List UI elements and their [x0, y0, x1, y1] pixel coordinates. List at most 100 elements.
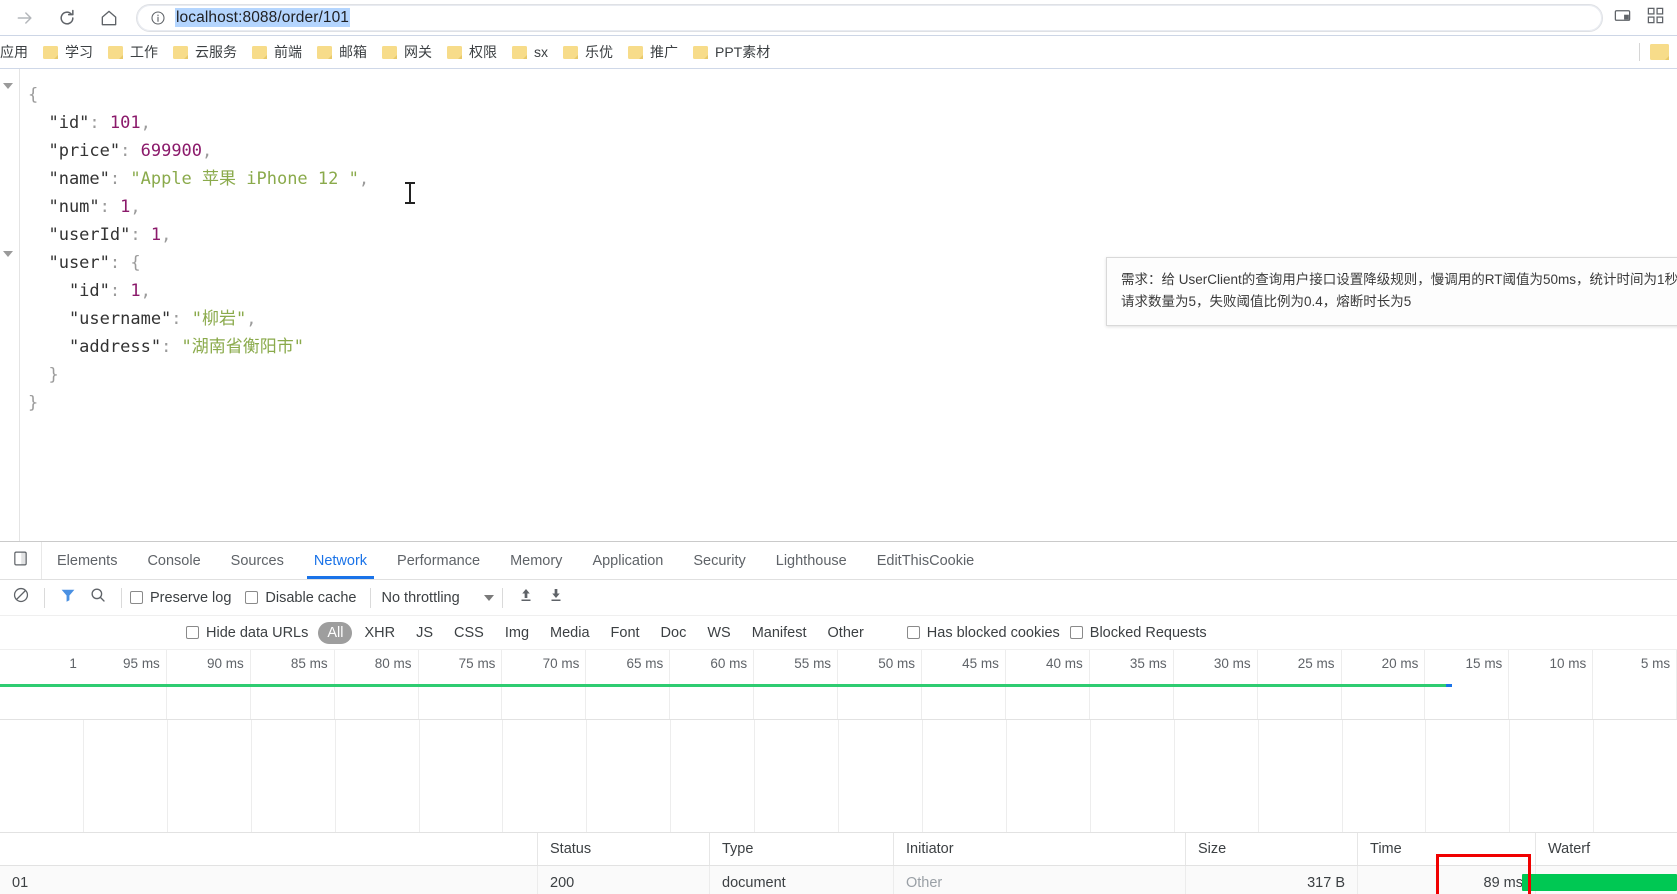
- bookmark-item[interactable]: 工作: [102, 39, 167, 65]
- collapse-triangle-icon[interactable]: [3, 251, 13, 257]
- timeline-tick-label: 90 ms: [207, 656, 244, 671]
- timeline-tick: 10 ms: [1509, 650, 1593, 719]
- dock-side-button[interactable]: [0, 542, 42, 579]
- grid-column: [1426, 720, 1510, 832]
- bookmark-label: 乐优: [585, 42, 613, 62]
- tab-console[interactable]: Console: [132, 542, 215, 579]
- column-header-size[interactable]: Size: [1186, 833, 1358, 865]
- timeline-tick-label: 55 ms: [794, 656, 831, 671]
- bookmark-item[interactable]: 网关: [376, 39, 441, 65]
- grid-column: [1343, 720, 1427, 832]
- filter-chip-xhr[interactable]: XHR: [355, 622, 404, 644]
- filter-chip-other[interactable]: Other: [819, 622, 873, 644]
- filter-chip-img[interactable]: Img: [496, 622, 538, 644]
- tab-memory[interactable]: Memory: [495, 542, 577, 579]
- tab-performance[interactable]: Performance: [382, 542, 495, 579]
- preserve-log-checkbox[interactable]: Preserve log: [130, 590, 231, 606]
- import-har-button[interactable]: [511, 583, 541, 613]
- search-icon: [89, 586, 107, 609]
- filter-chip-manifest[interactable]: Manifest: [743, 622, 816, 644]
- address-bar[interactable]: localhost:8088/order/101: [136, 4, 1603, 32]
- home-button[interactable]: [94, 3, 124, 33]
- tab-elements[interactable]: Elements: [42, 542, 132, 579]
- waterfall-bar: [1522, 874, 1677, 891]
- note-line-2: 请求数量为5，失败阈值比例为0.4，熔断时长为5: [1121, 291, 1677, 313]
- bookmark-item[interactable]: 权限: [441, 39, 506, 65]
- json-line: }: [28, 361, 1677, 389]
- hide-data-urls-checkbox[interactable]: Hide data URLs: [186, 625, 308, 641]
- filter-chip-doc[interactable]: Doc: [652, 622, 696, 644]
- filter-chip-ws[interactable]: WS: [698, 622, 739, 644]
- bookmark-item[interactable]: 乐优: [557, 39, 622, 65]
- timeline-tick-label: 40 ms: [1046, 656, 1083, 671]
- tab-security[interactable]: Security: [678, 542, 760, 579]
- filter-chip-css[interactable]: CSS: [445, 622, 493, 644]
- json-value: "Apple 苹果 iPhone 12 ": [130, 169, 358, 189]
- extension-icon[interactable]: [1646, 6, 1665, 30]
- network-toolbar: Preserve log Disable cache No throttling: [0, 580, 1677, 616]
- cell-time: 89 ms: [1358, 866, 1536, 894]
- timeline-tick-label: 35 ms: [1130, 656, 1167, 671]
- forward-button[interactable]: [10, 3, 40, 33]
- filter-icon: [59, 586, 77, 609]
- bookmark-item[interactable]: 前端: [246, 39, 311, 65]
- json-key: "num": [28, 197, 100, 217]
- column-header-time[interactable]: Time: [1358, 833, 1536, 865]
- filter-chip-all[interactable]: All: [318, 622, 352, 644]
- bookmark-item[interactable]: sx: [506, 41, 557, 63]
- column-header-status[interactable]: Status: [538, 833, 710, 865]
- filter-chip-media[interactable]: Media: [541, 622, 599, 644]
- divider: [1639, 43, 1640, 61]
- network-timeline-overview[interactable]: 195 ms90 ms85 ms80 ms75 ms70 ms65 ms60 m…: [0, 650, 1677, 720]
- cell-name[interactable]: 01: [0, 866, 538, 894]
- json-value: 699900: [141, 141, 202, 161]
- checkbox-box: [245, 591, 258, 604]
- export-har-button[interactable]: [541, 583, 571, 613]
- tab-editthiscookie[interactable]: EditThisCookie: [862, 542, 990, 579]
- blocked-requests-checkbox[interactable]: Blocked Requests: [1070, 625, 1207, 641]
- column-header-type[interactable]: Type: [710, 833, 894, 865]
- clear-network-log-button[interactable]: [6, 583, 36, 613]
- dock-side-icon: [12, 550, 29, 572]
- table-row[interactable]: 01 200 document Other 317 B 89 ms: [0, 866, 1677, 894]
- tab-label: Console: [147, 553, 200, 569]
- bookmark-label: 权限: [469, 42, 497, 62]
- site-info-icon[interactable]: [149, 9, 166, 26]
- tab-network[interactable]: Network: [299, 542, 382, 579]
- timeline-tick-label: 80 ms: [375, 656, 412, 671]
- json-colon: :: [161, 337, 181, 357]
- filter-chip-font[interactable]: Font: [602, 622, 649, 644]
- column-header-initiator[interactable]: Initiator: [894, 833, 1186, 865]
- filter-button[interactable]: [53, 583, 83, 613]
- bookmark-item[interactable]: 学习: [37, 39, 102, 65]
- cast-icon[interactable]: [1613, 6, 1632, 30]
- column-header-name[interactable]: [0, 833, 538, 865]
- tab-application[interactable]: Application: [577, 542, 678, 579]
- bookmark-item[interactable]: 邮箱: [311, 39, 376, 65]
- folder-icon[interactable]: [1650, 44, 1669, 60]
- throttling-dropdown[interactable]: No throttling: [381, 590, 493, 606]
- tab-label: Elements: [57, 553, 117, 569]
- grid-column: [1007, 720, 1091, 832]
- collapse-triangle-icon[interactable]: [3, 83, 13, 89]
- bookmark-item[interactable]: 云服务: [167, 39, 246, 65]
- json-comma: ,: [202, 141, 212, 161]
- tab-sources[interactable]: Sources: [216, 542, 299, 579]
- bookmark-item[interactable]: 应用: [0, 39, 37, 65]
- address-bar-text[interactable]: localhost:8088/order/101: [175, 8, 350, 27]
- disable-cache-checkbox[interactable]: Disable cache: [245, 590, 356, 606]
- reload-button[interactable]: [52, 3, 82, 33]
- bookmark-item[interactable]: PPT素材: [687, 39, 779, 65]
- has-blocked-cookies-checkbox[interactable]: Has blocked cookies: [907, 625, 1060, 641]
- search-button[interactable]: [83, 583, 113, 613]
- filter-chip-js[interactable]: JS: [407, 622, 442, 644]
- json-colon: :: [110, 169, 130, 189]
- folder-icon: [447, 46, 462, 59]
- folder-icon: [382, 46, 397, 59]
- tab-lighthouse[interactable]: Lighthouse: [761, 542, 862, 579]
- column-header-waterfall[interactable]: Waterf: [1536, 833, 1677, 865]
- json-value: "柳岩": [192, 309, 246, 329]
- bookmark-item[interactable]: 推广: [622, 39, 687, 65]
- timeline-tick-label: 1: [69, 656, 77, 671]
- tab-label: EditThisCookie: [877, 553, 975, 569]
